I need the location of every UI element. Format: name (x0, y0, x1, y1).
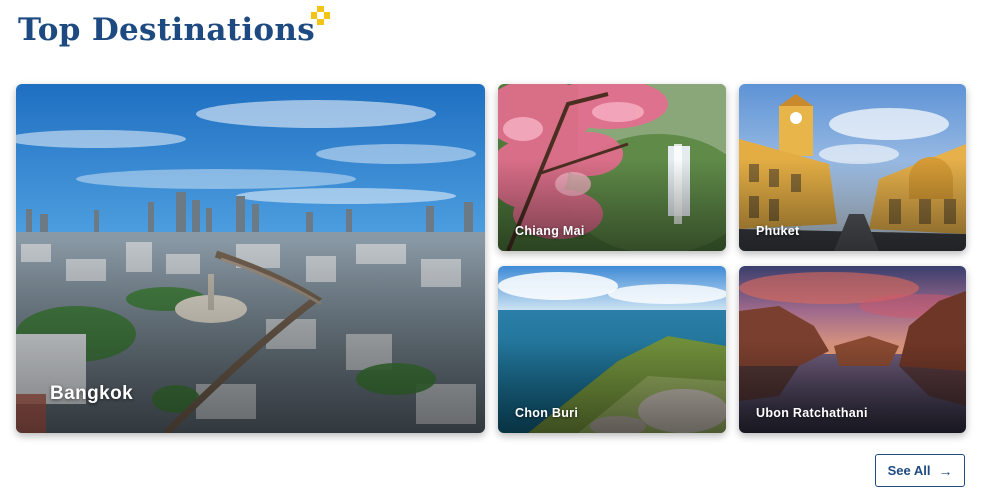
sparkle-icon (311, 6, 330, 25)
destination-name: Bangkok (50, 383, 134, 404)
destination-card-ubon-ratchathani[interactable]: Ubon Ratchathani (739, 266, 966, 433)
destination-name: Chiang Mai (515, 224, 585, 238)
destination-card-bangkok[interactable]: Bangkok (16, 84, 485, 433)
destination-card-chiang-mai[interactable]: Chiang Mai (498, 84, 726, 251)
see-all-button[interactable]: See All → (875, 454, 965, 487)
see-all-label: See All (887, 463, 931, 478)
destination-name: Chon Buri (515, 406, 579, 420)
destination-card-chon-buri[interactable]: Chon Buri (498, 266, 726, 433)
destination-card-phuket[interactable]: Phuket (739, 84, 966, 251)
destination-name: Phuket (756, 224, 800, 238)
destination-name: Ubon Ratchathani (756, 406, 868, 420)
arrow-right-icon: → (938, 462, 953, 479)
section-title: Top Destinations (18, 12, 315, 48)
